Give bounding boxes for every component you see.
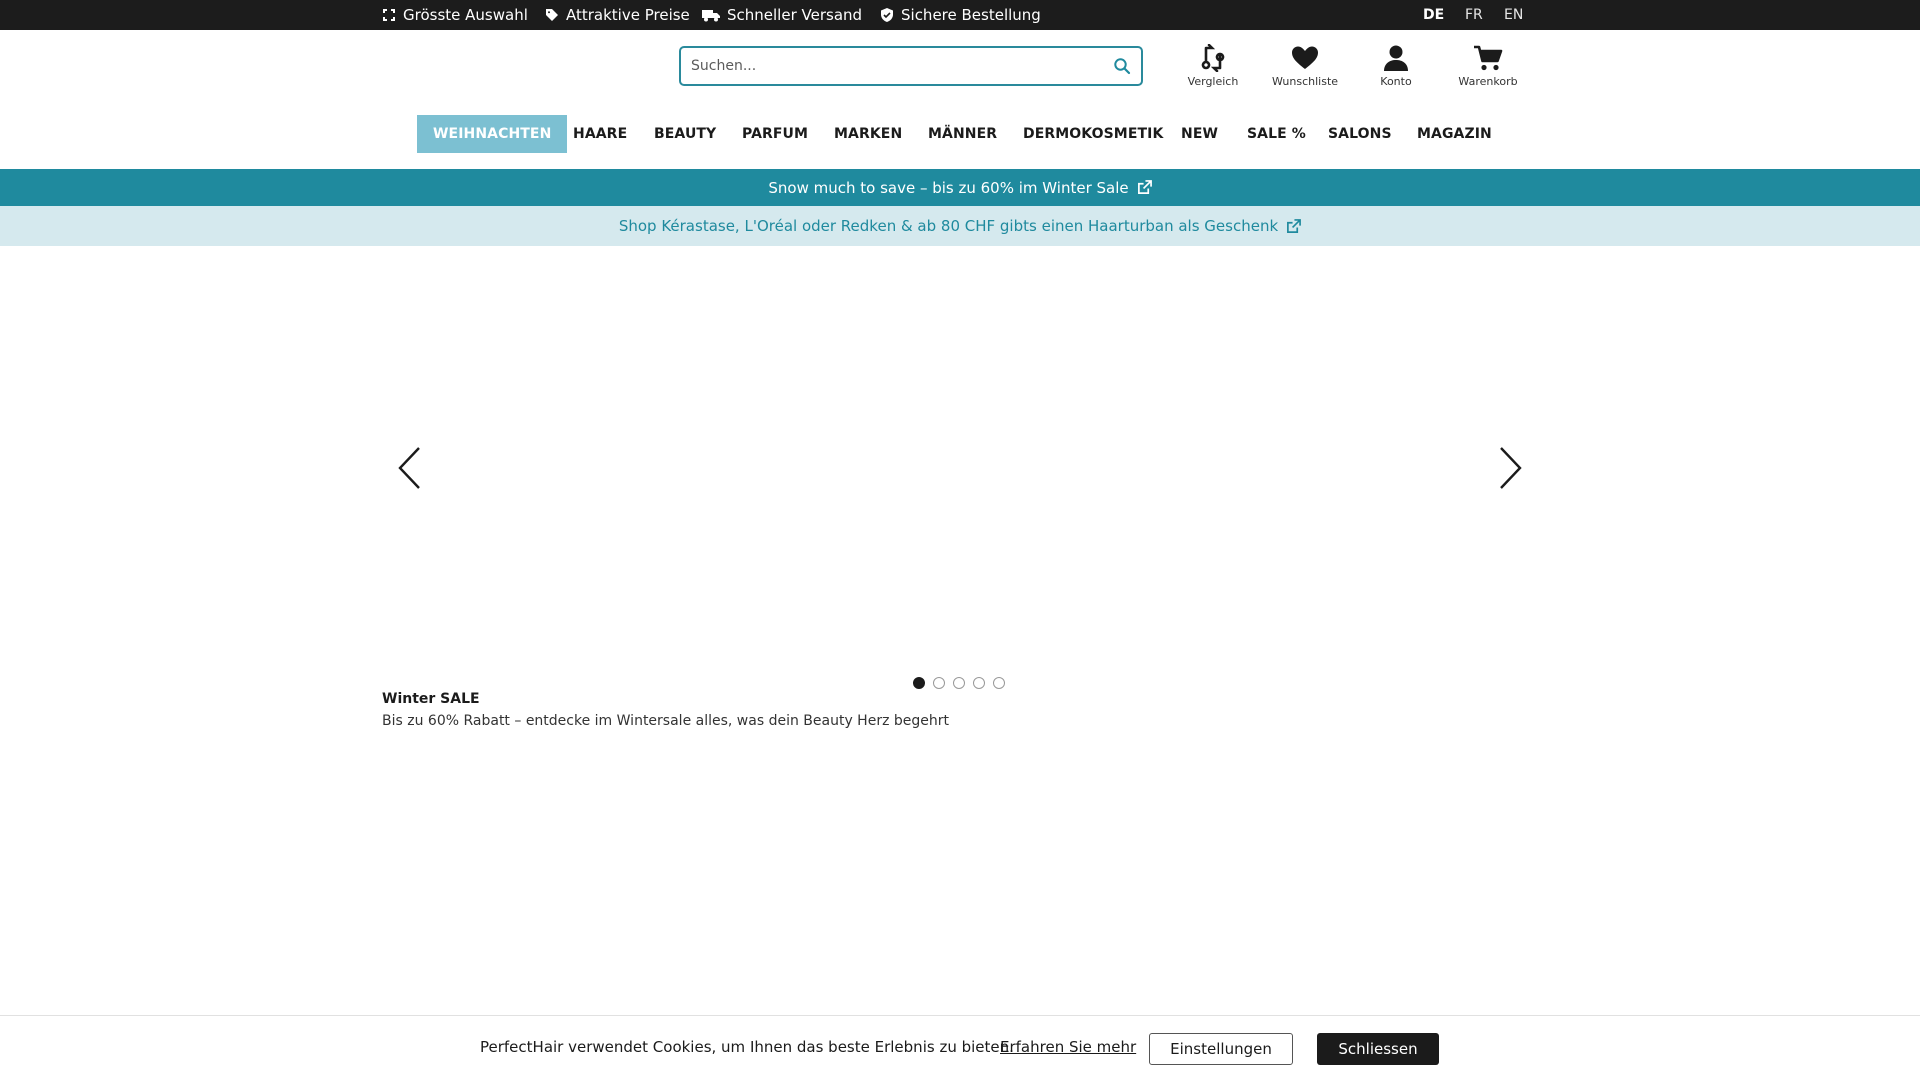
slider-dot[interactable] [993,677,1005,689]
cart-link[interactable]: Warenkorb [1443,42,1533,92]
nav-item-weihnachten[interactable]: WEIHNACHTEN [417,115,568,153]
slider-dot[interactable] [913,677,925,689]
nav-item-marken[interactable]: MARKEN [834,115,902,153]
cart-label: Warenkorb [1458,75,1518,88]
usp-label: Grösste Auswahl [403,6,528,24]
nav-item-salons[interactable]: SALONS [1328,115,1392,153]
compare-icon [1201,44,1225,72]
usp-selection: Grösste Auswahl [382,0,528,30]
top-bar: Grösste Auswahl Attraktive Preise Schnel… [0,0,1920,30]
shield-check-icon [881,8,893,22]
cookie-close-button[interactable]: Schliessen [1317,1033,1439,1065]
nav-item-haare[interactable]: HAARE [573,115,627,153]
nav-item-magazin[interactable]: MAGAZIN [1417,115,1492,153]
tag-icon [546,9,558,21]
nav-item-beauty[interactable]: BEAUTY [654,115,716,153]
slider-prev-arrow-icon[interactable] [395,445,425,491]
slider-next-arrow-icon[interactable] [1495,445,1525,491]
promo-banner-gift[interactable]: Shop Kérastase, L'Oréal oder Redken & ab… [0,206,1920,246]
nav-item-maenner[interactable]: MÄNNER [928,115,997,153]
nav-item-parfum[interactable]: PARFUM [742,115,808,153]
user-icon [1384,45,1408,71]
heart-icon [1292,46,1318,69]
usp-label: Schneller Versand [727,6,863,24]
search-icon[interactable] [1113,57,1131,75]
cookie-settings-button[interactable]: Einstellungen [1149,1033,1293,1065]
usp-shipping: Schneller Versand [702,0,862,30]
compare-label: Vergleich [1187,75,1239,88]
slider-dots [913,677,1005,689]
cart-icon [1474,45,1503,71]
cookie-bar: PerfectHair verwendet Cookies, um Ihnen … [0,1015,1920,1080]
slider-dot[interactable] [953,677,965,689]
usp-label: Sichere Bestellung [901,6,1041,24]
external-link-icon [1287,218,1302,233]
cookie-message: PerfectHair verwendet Cookies, um Ihnen … [480,1038,1014,1056]
slider-dot[interactable] [933,677,945,689]
slide-title: Winter SALE [382,691,480,707]
promo-banner-winter-sale[interactable]: Snow much to save – bis zu 60% im Winter… [0,169,1920,206]
wishlist-link[interactable]: Wunschliste [1260,42,1350,92]
usp-label: Attraktive Preise [566,6,690,24]
search-input[interactable] [691,48,1091,84]
nav-item-dermokosmetik[interactable]: DERMOKOSMETIK [1023,115,1163,153]
usp-secure: Sichere Bestellung [880,0,1041,30]
language-fr[interactable]: FR [1465,0,1483,30]
language-de[interactable]: DE [1423,0,1444,30]
account-link[interactable]: Konto [1351,42,1441,92]
expand-icon [383,9,395,21]
usp-prices: Attraktive Preise [545,0,690,30]
external-link-icon [1137,180,1152,194]
nav-item-sale[interactable]: SALE % [1247,115,1306,153]
cookie-learn-more-link[interactable]: Erfahren Sie mehr [1000,1038,1136,1056]
wishlist-label: Wunschliste [1271,75,1339,88]
promo-banner-text: Snow much to save – bis zu 60% im Winter… [768,178,1129,197]
promo-banner-text: Shop Kérastase, L'Oréal oder Redken & ab… [618,217,1279,235]
language-en[interactable]: EN [1504,0,1523,30]
nav-item-new[interactable]: NEW [1181,115,1218,153]
slider-dot[interactable] [973,677,985,689]
search-box [679,46,1143,86]
truck-icon [702,10,720,22]
account-label: Konto [1380,75,1412,88]
slide-description: Bis zu 60% Rabatt – entdecke im Wintersa… [382,713,949,729]
compare-link[interactable]: Vergleich [1168,42,1258,92]
